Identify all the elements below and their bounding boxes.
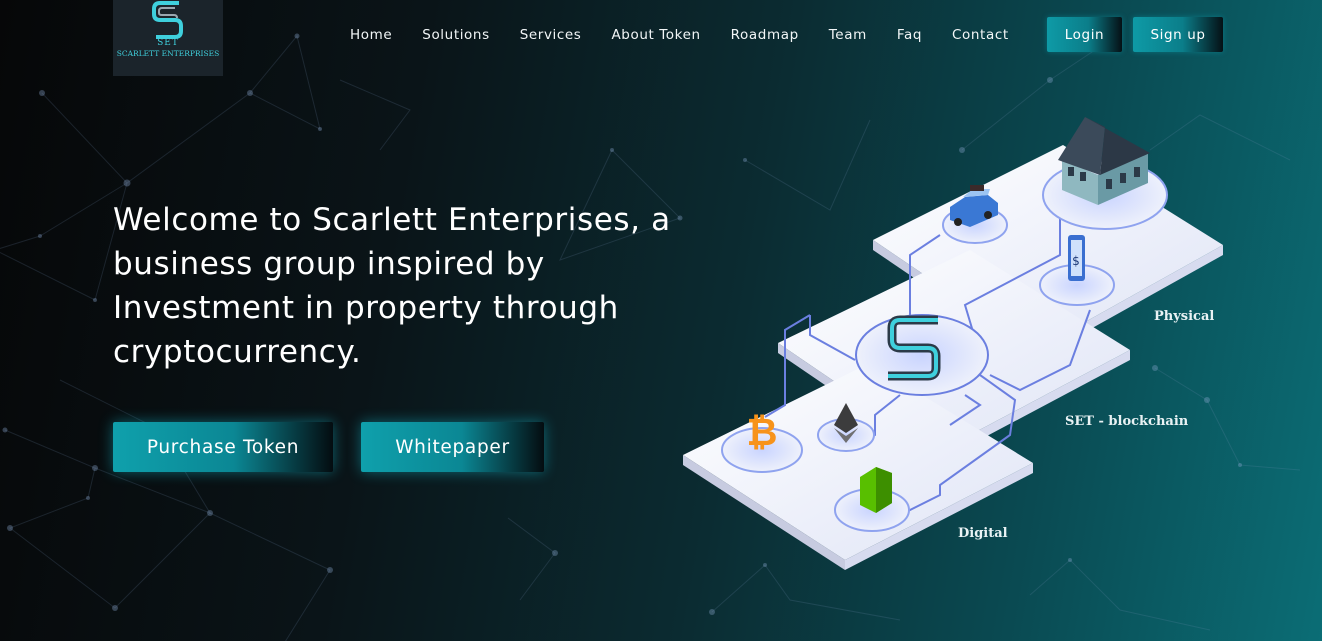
- nav-about-token[interactable]: About Token: [611, 27, 700, 43]
- digital-label: Digital: [958, 526, 1008, 541]
- logo-s-emblem-icon: [152, 1, 183, 39]
- main-nav: Home Solutions Services About Token Road…: [350, 17, 1024, 52]
- nav-faq[interactable]: Faq: [897, 27, 922, 43]
- hero-title: Welcome to Scarlett Enterprises, a busin…: [113, 202, 671, 370]
- svg-text:$: $: [1072, 254, 1080, 268]
- logo-name: SCARLETT ENTERPRISES: [116, 49, 220, 58]
- nav-roadmap[interactable]: Roadmap: [731, 27, 799, 43]
- svg-text:₿: ₿: [747, 410, 778, 454]
- purchase-token-button[interactable]: Purchase Token: [113, 422, 333, 472]
- nav-contact[interactable]: Contact: [952, 27, 1009, 43]
- blockchain-label: SET - blockchain: [1065, 414, 1189, 429]
- nav-home[interactable]: Home: [350, 27, 392, 43]
- physical-label: Physical: [1154, 309, 1215, 324]
- bitcoin-icon: ₿: [747, 410, 778, 454]
- whitepaper-button[interactable]: Whitepaper: [361, 422, 544, 472]
- nav-services[interactable]: Services: [520, 27, 582, 43]
- signup-button[interactable]: Sign up: [1133, 17, 1223, 52]
- nav-solutions[interactable]: Solutions: [422, 27, 489, 43]
- logo-abbr: SET: [157, 38, 179, 48]
- login-button[interactable]: Login: [1047, 17, 1122, 52]
- nav-team[interactable]: Team: [829, 27, 867, 43]
- phone-icon: $: [1068, 235, 1085, 281]
- blockchain-illustration: $ ₿: [683, 117, 1223, 570]
- site-logo[interactable]: SET SCARLETT ENTERPRISES: [113, 0, 223, 76]
- set-pedestal: [855, 314, 989, 396]
